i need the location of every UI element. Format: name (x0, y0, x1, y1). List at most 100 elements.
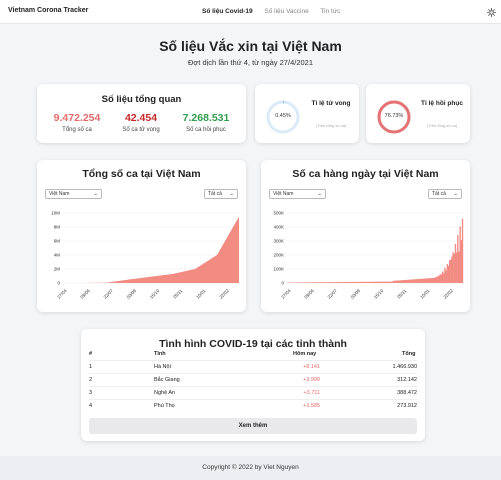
bar (441, 271, 444, 283)
bar (323, 282, 325, 283)
stat-recovered: 7.268.531 Số ca hồi phục (171, 112, 241, 133)
bar (326, 282, 329, 283)
page-subtitle: Đợt dịch lần thứ 4, từ ngày 27/4/2021 (187, 58, 314, 67)
brand-title[interactable]: Vietnam Corona Tracker (8, 7, 88, 14)
bar (404, 279, 406, 283)
nav-link-covid[interactable]: Số liệu Covid-19 (202, 8, 253, 15)
y-tick-label: 100K (273, 267, 284, 272)
y-tick-label: 200K (273, 253, 284, 258)
bar (375, 281, 377, 283)
row-rank: 1 (89, 364, 93, 370)
bar (417, 279, 419, 283)
bar (458, 251, 460, 283)
stat-value: 42.454 (124, 112, 158, 124)
bar (356, 281, 358, 283)
row-province-name[interactable]: Hà Nội (154, 364, 171, 370)
bar (371, 281, 373, 283)
nav-link-news[interactable]: Tin tức (320, 8, 340, 15)
bar (322, 282, 324, 283)
bar (353, 281, 356, 283)
provinces-table-card: Tình hình COVID-19 tại các tỉnh thành # … (81, 329, 425, 441)
bar (439, 274, 441, 283)
bar (299, 282, 302, 283)
bar (370, 281, 372, 283)
nav-link-vaccine[interactable]: Số liệu Vaccine (264, 8, 308, 15)
bar (350, 281, 352, 283)
x-tick-label: 22/02 (442, 288, 454, 300)
bar (382, 281, 384, 283)
x-tick-label: 22/07 (103, 288, 115, 300)
bar (304, 282, 306, 283)
sun-icon[interactable] (487, 8, 496, 17)
row-province-name[interactable]: Nghệ An (154, 390, 175, 396)
see-more-button[interactable]: Xem thêm (89, 418, 417, 434)
death-rate-label: Tỉ lệ tử vong (311, 100, 351, 107)
y-tick-label: 4M (54, 253, 61, 258)
bar (433, 277, 436, 283)
daily-cases-chart-card: Số ca hàng ngày tại Việt Nam Việt Nam ⌄ … (261, 160, 470, 312)
bar (416, 279, 418, 283)
bar (428, 278, 431, 283)
y-tick-label: 6M (54, 239, 61, 244)
bar (434, 277, 437, 283)
row-today: +8.141 (303, 364, 320, 370)
bar (448, 260, 451, 283)
recovery-rate-label: Tỉ lệ hồi phục (421, 100, 463, 107)
bar (443, 273, 445, 283)
bar (311, 282, 314, 283)
row-total: 388.472 (397, 390, 417, 396)
bar (420, 278, 423, 283)
bar (306, 282, 309, 283)
row-rank: 2 (89, 377, 93, 383)
bar (321, 282, 323, 283)
bar (446, 264, 448, 283)
bar (367, 281, 370, 283)
bar (396, 280, 398, 283)
stat-label: Số ca tử vong (122, 127, 160, 133)
area-series (63, 216, 239, 283)
bar (457, 235, 459, 283)
bar (398, 280, 400, 283)
y-tick-label: 400K (273, 225, 284, 230)
y-tick-label: 300K (273, 239, 284, 244)
footer: Copyright © 2022 by Viet Nguyen (0, 456, 501, 480)
col-header-total: Tổng (402, 351, 416, 357)
x-tick-label: 26/11 (172, 288, 184, 300)
stat-deaths: 42.454 Số ca tử vong (106, 112, 176, 133)
x-tick-label: 09/06 (79, 288, 91, 300)
bar (297, 282, 299, 283)
row-today: +3.585 (303, 403, 320, 409)
bar (403, 280, 405, 283)
navbar: Vietnam Corona Tracker Số liệu Covid-19 … (0, 0, 501, 24)
bar (343, 282, 345, 283)
bar (305, 282, 308, 283)
bar (414, 279, 417, 283)
x-tick-label: 15/10 (149, 288, 161, 300)
bar (459, 226, 461, 283)
stat-value: 9.472.254 (53, 112, 101, 124)
bar (444, 267, 446, 283)
y-tick-label: 8M (54, 225, 61, 230)
y-tick-label: 500K (273, 211, 284, 216)
bar (405, 279, 407, 283)
row-province-name[interactable]: Bắc Giang (154, 377, 180, 383)
bar (384, 281, 386, 283)
bar (337, 282, 339, 283)
row-province-name[interactable]: Phú Thọ (154, 403, 175, 409)
bar (409, 279, 411, 283)
x-tick-label: 10/01 (419, 288, 431, 300)
bar (308, 282, 310, 283)
x-tick-label: 03/09 (126, 288, 138, 300)
bar (362, 281, 364, 283)
x-tick-label: 27/04 (280, 288, 292, 300)
bar (411, 279, 413, 283)
bar (335, 282, 337, 283)
stat-value: 7.268.531 (182, 112, 230, 124)
bar (342, 282, 344, 283)
bar (453, 253, 455, 283)
bar (363, 281, 365, 283)
bar (364, 281, 366, 283)
bar (454, 243, 457, 283)
bar (431, 278, 433, 283)
bar (393, 280, 396, 283)
